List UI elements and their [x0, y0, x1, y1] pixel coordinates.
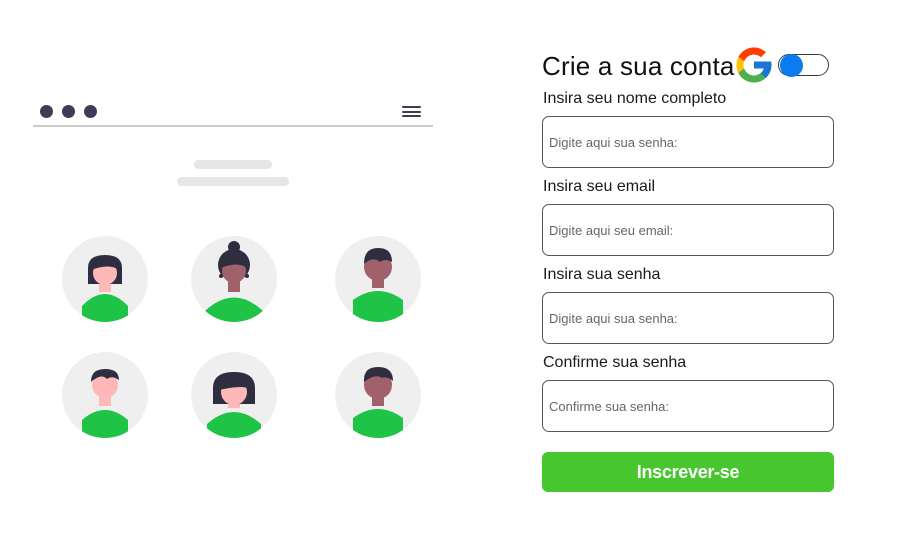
- signup-button[interactable]: Inscrever-se: [542, 452, 834, 492]
- hamburger-menu-icon: [402, 106, 421, 119]
- placeholder-bar-1: [194, 160, 272, 169]
- signup-illustration: [0, 0, 470, 541]
- avatar-woman-bun-icon: [191, 236, 277, 322]
- full-name-input[interactable]: [542, 116, 834, 168]
- form-header: Crie a sua conta: [542, 46, 735, 86]
- label-confirm-password: Confirme sua senha: [543, 354, 687, 371]
- browser-divider: [33, 125, 433, 127]
- email-input[interactable]: [542, 204, 834, 256]
- window-dot-3: [84, 105, 97, 118]
- avatar-man-light-icon: [62, 352, 148, 438]
- password-input[interactable]: [542, 292, 834, 344]
- toggle-knob: [780, 53, 803, 77]
- placeholder-bar-2: [177, 177, 289, 186]
- theme-toggle[interactable]: [778, 53, 829, 77]
- label-password: Insira sua senha: [543, 266, 661, 283]
- avatar-woman-bangs-icon: [191, 352, 277, 438]
- label-email: Insira seu email: [543, 178, 656, 195]
- window-dot-1: [40, 105, 53, 118]
- page-title: Crie a sua conta: [542, 50, 735, 81]
- confirm-password-input[interactable]: [542, 380, 834, 432]
- avatar-man-short-hair-icon: [335, 236, 421, 322]
- label-full-name: Insira seu nome completo: [543, 90, 727, 107]
- window-dot-2: [62, 105, 75, 118]
- avatar-man-dark-icon: [335, 352, 421, 438]
- avatar-woman-bob-icon: [62, 236, 148, 322]
- google-logo-icon[interactable]: [733, 44, 775, 86]
